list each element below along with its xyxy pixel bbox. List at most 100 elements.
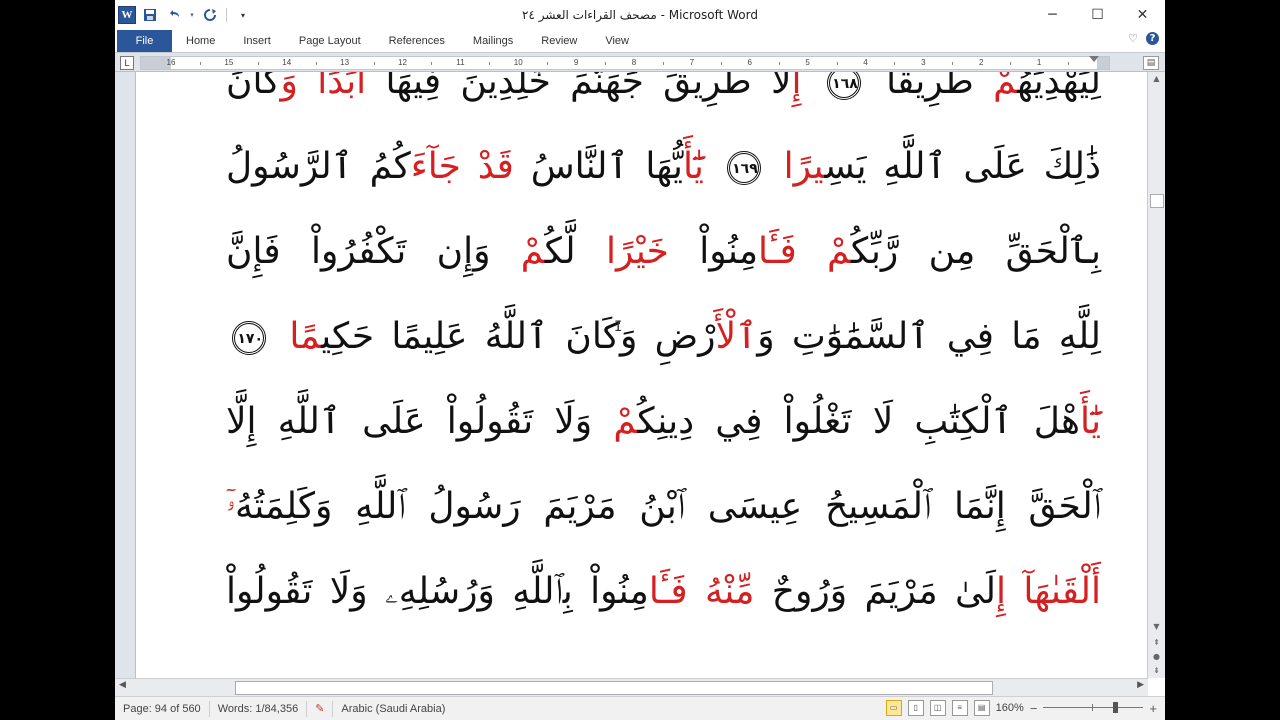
- tab-page-layout[interactable]: Page Layout: [285, 30, 375, 52]
- ruler-indent-marker[interactable]: [1089, 56, 1099, 62]
- draft-view-icon[interactable]: ▤: [973, 700, 990, 716]
- help-icon[interactable]: ?: [1146, 32, 1159, 45]
- vertical-scrollbar[interactable]: ▲ ▼ ⇞ ● ⇟: [1147, 72, 1165, 678]
- ruler-number: 11: [456, 58, 465, 67]
- ruler-number: 4: [863, 58, 868, 67]
- document-line[interactable]: لِلَّهِ مَا فِي ٱلسَّمَٰوَٰتِ وَٱلْأَرْض…: [226, 309, 1101, 394]
- document-line[interactable]: أَلْقَىٰهَآ إِلَىٰ مَرْيَمَ وَرُوحٌ مِّن…: [226, 564, 1101, 649]
- scroll-up-icon[interactable]: ▲: [1149, 72, 1164, 86]
- text-segment: يُّهَا ٱلنَّاسُ: [513, 146, 683, 187]
- scroll-right-icon[interactable]: ▶: [1137, 680, 1144, 690]
- language-indicator[interactable]: Arabic (Saudi Arabia): [333, 701, 453, 717]
- text-segment: [704, 146, 721, 187]
- undo-icon[interactable]: [164, 5, 184, 25]
- ruler-number: 14: [282, 58, 292, 67]
- tab-review[interactable]: Review: [527, 30, 591, 52]
- print-layout-view-icon[interactable]: ▭: [885, 700, 902, 716]
- ruler-tick: [836, 62, 838, 65]
- tab-mailings[interactable]: Mailings: [459, 30, 527, 52]
- ruler-number: 7: [689, 58, 695, 67]
- text-segment: لِيَهْدِيَهُ: [1017, 72, 1101, 102]
- document-line[interactable]: ذَٰلِكَ عَلَى ٱللَّهِ يَسِيرًا ١٦٩ يَٰٓأ…: [226, 139, 1101, 224]
- word-logo-icon[interactable]: W: [118, 6, 136, 24]
- zoom-in-button[interactable]: +: [1149, 701, 1157, 716]
- ribbon-right-controls: ♡ ?: [1128, 32, 1159, 45]
- text-segment: ٱلْحَقَّ إِنَّمَا ٱلْمَسِيحُ عِيسَى ٱبْن…: [235, 486, 1101, 527]
- close-button[interactable]: ✕: [1120, 0, 1165, 30]
- zoom-slider-thumb[interactable]: [1113, 702, 1119, 713]
- document-text[interactable]: لِيَهْدِيَهُمْ طَرِيقًا ١٦٨ إِلا طَرِيقَ…: [226, 72, 1101, 649]
- document-line[interactable]: بِٱلْحَقِّ مِن رَّبِّكُمْ فَـَٔامِنُواْ …: [226, 224, 1101, 309]
- tab-view[interactable]: View: [591, 30, 643, 52]
- text-segment: رْضِ وَكَانَ ٱللَّهُ عَلِيمًا حَكِي: [321, 316, 716, 357]
- ruler-tick: [199, 62, 201, 65]
- save-icon[interactable]: [140, 5, 160, 25]
- ayah-number-mark: ١٧٠: [232, 321, 266, 355]
- ruler-tick: [257, 62, 259, 65]
- highlighted-text-segment: أَبَدًا وَ: [280, 72, 367, 102]
- document-line[interactable]: يَٰٓأَهْلَ ٱلْكِتَٰبِ لَا تَغْلُواْ فِي …: [226, 394, 1101, 479]
- document-line[interactable]: ٱلْحَقَّ إِنَّمَا ٱلْمَسِيحُ عِيسَى ٱبْن…: [226, 479, 1101, 564]
- scroll-left-icon[interactable]: ◀: [119, 680, 126, 690]
- text-segment: لا طَرِيقَ جَهَنَّمَ خَٰلِدِينَ فِيهَا: [366, 72, 792, 102]
- ruler-tick: [431, 62, 433, 65]
- highlighted-text-segment: يَٰٓأَ: [1080, 401, 1101, 442]
- ruler-tick: [547, 62, 549, 65]
- ruler-number: 10: [513, 58, 523, 67]
- vertical-scroll-thumb[interactable]: [1150, 194, 1164, 208]
- text-segment: لَّكُ: [544, 231, 606, 272]
- ruler-tick: [1010, 62, 1012, 65]
- highlighted-text-segment: أَلْقَىٰهَآ إِ: [996, 571, 1101, 612]
- text-segment: كَانَ: [226, 72, 281, 102]
- document-line[interactable]: لِيَهْدِيَهُمْ طَرِيقًا ١٦٨ إِلا طَرِيقَ…: [226, 72, 1101, 139]
- previous-page-icon[interactable]: ⇞: [1149, 636, 1164, 650]
- proofing-icon[interactable]: ✎: [307, 701, 334, 717]
- ruler-tick: [1068, 62, 1070, 65]
- next-page-icon[interactable]: ⇟: [1149, 664, 1164, 678]
- text-segment: مِنُواْ: [668, 231, 758, 272]
- tab-home[interactable]: Home: [172, 30, 229, 52]
- view-ruler-icon[interactable]: ▤: [1143, 56, 1159, 70]
- minimize-button[interactable]: ─: [1030, 0, 1075, 30]
- qat-separator: [226, 8, 227, 22]
- highlighted-text-segment: مًا: [289, 316, 322, 357]
- ruler-number: 6: [747, 58, 752, 67]
- tab-insert[interactable]: Insert: [229, 30, 285, 52]
- tab-references[interactable]: References: [375, 30, 459, 52]
- highlighted-text-segment: إِ: [791, 72, 821, 102]
- undo-dropdown-icon[interactable]: ▾: [188, 5, 196, 25]
- ruler-number: 15: [224, 58, 234, 67]
- horizontal-ruler[interactable]: 16 15 14 13 12 11 10 9 8 7 6 5 4 3 2 1: [140, 56, 1110, 70]
- zoom-slider-center-mark: [1092, 704, 1094, 711]
- text-segment: وَلَا تَقُولُواْ عَلَى ٱللَّهِ إِلَّا: [226, 401, 614, 442]
- ruler-tick: [662, 62, 664, 65]
- scroll-down-icon[interactable]: ▼: [1149, 620, 1164, 634]
- ribbon-tabs: File Home Insert Page Layout References …: [115, 30, 1165, 53]
- tab-selector[interactable]: L: [120, 56, 134, 70]
- redo-icon[interactable]: [200, 5, 220, 25]
- ribbon-collapse-icon[interactable]: ♡: [1128, 32, 1138, 45]
- ruler-tick: [894, 62, 896, 65]
- ruler-tick: [605, 62, 607, 65]
- ayah-number-mark: ١٦٨: [826, 72, 861, 100]
- word-window: W ▾ ▾ مصحف القراءات العشر ٢٤ - Microsoft…: [115, 0, 1165, 720]
- ruler-number: 2: [979, 58, 984, 67]
- tab-file[interactable]: File: [117, 30, 172, 52]
- ruler-number: 1: [1036, 58, 1042, 67]
- horizontal-scrollbar[interactable]: ◀ ▶: [115, 678, 1148, 696]
- web-layout-icon[interactable]: ◫: [929, 700, 946, 716]
- highlighted-text-segment: يَٰٓأَ: [682, 146, 704, 187]
- zoom-out-button[interactable]: −: [1030, 701, 1038, 716]
- document-area[interactable]: لِيَهْدِيَهُمْ طَرِيقًا ١٦٨ إِلا طَرِيقَ…: [136, 72, 1140, 678]
- maximize-button[interactable]: ☐: [1075, 0, 1120, 30]
- customize-icon[interactable]: ▾: [233, 5, 253, 25]
- zoom-level[interactable]: 160%: [996, 702, 1024, 714]
- horizontal-scroll-thumb[interactable]: [235, 681, 993, 695]
- outline-view-icon[interactable]: ≡: [951, 700, 968, 716]
- highlighted-text-segment: خَيْرًا: [605, 231, 669, 272]
- zoom-slider[interactable]: [1043, 701, 1144, 715]
- page-count[interactable]: Page: 94 of 560: [115, 701, 210, 717]
- select-browse-object-icon[interactable]: ●: [1149, 650, 1164, 664]
- full-screen-reading-icon[interactable]: ▯: [907, 700, 924, 716]
- word-count[interactable]: Words: 1/84,356: [210, 701, 308, 717]
